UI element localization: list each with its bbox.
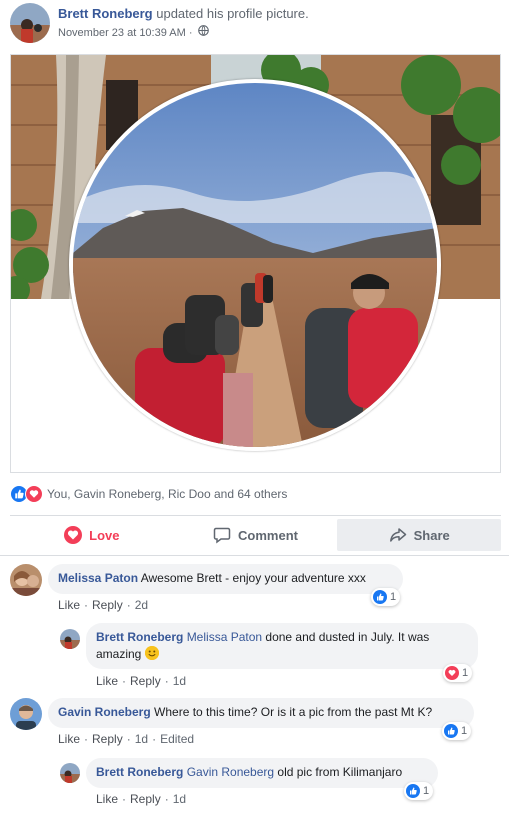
comment-bubble: Gavin Roneberg Where to this time? Or is… [48,698,474,728]
reply-brett-2: Brett Roneberg Gavin Roneberg old pic fr… [60,758,500,808]
comment-melissa: Melissa Paton Awesome Brett - enjoy your… [10,564,500,614]
comment-like-link[interactable]: Like [58,732,80,746]
post-title-line: Brett Roneberg updated his profile pictu… [58,5,309,23]
post-author-name[interactable]: Brett Roneberg [58,6,153,21]
reply-reply-link[interactable]: Reply [130,792,161,806]
post-timestamp[interactable]: November 23 at 10:39 AM [58,27,186,39]
reply-mention[interactable]: Melissa Paton [187,630,262,644]
reactions-summary-text[interactable]: You, Gavin Roneberg, Ric Doo and 64 othe… [47,487,287,501]
reply-reaction-count[interactable]: 1 [404,782,434,800]
post-action-bar: Love Comment Share [10,515,502,551]
post-meta: Brett Roneberg updated his profile pictu… [58,5,309,41]
author-avatar[interactable] [10,3,50,43]
reply-actions: Like · Reply · 1d [96,792,187,806]
reply-author-avatar[interactable] [60,629,80,649]
globe-icon[interactable] [197,25,209,41]
reply-reaction-count[interactable]: 1 [443,664,473,682]
comment-edited-link[interactable]: Edited [160,732,194,746]
reply-like-link[interactable]: Like [96,792,118,806]
like-reaction-icon [373,590,387,604]
reply-reply-link[interactable]: Reply [130,674,161,688]
like-reaction-icon [406,784,420,798]
post-action-text: updated his profile picture. [152,6,309,21]
love-icon [64,526,83,544]
comment-text: Awesome Brett - enjoy your adventure xxx [140,571,366,585]
reaction-count: 1 [462,667,469,679]
profile-photo-media[interactable] [10,54,501,473]
like-reaction-icon [444,724,458,738]
meta-separator: · [188,27,193,39]
reply-time[interactable]: 1d [173,792,186,806]
comment-actions: Like · Reply · 1d · Edited [58,732,195,746]
reply-author[interactable]: Brett Roneberg [96,630,183,644]
post-time-line: November 23 at 10:39 AM · [58,25,309,41]
reply-author-avatar[interactable] [60,763,80,783]
reaction-count: 1 [461,725,468,737]
share-icon [389,526,407,544]
love-button[interactable]: Love [10,519,174,551]
comments-divider [0,555,509,556]
reply-time[interactable]: 1d [173,674,186,688]
reply-like-link[interactable]: Like [96,674,118,688]
comment-reply-link[interactable]: Reply [92,732,123,746]
comment-icon [213,526,231,544]
profile-picture[interactable] [69,79,441,451]
comment-bubble: Melissa Paton Awesome Brett - enjoy your… [48,564,403,594]
love-button-label: Love [89,527,120,543]
love-reaction-icon [445,666,459,680]
commenter-avatar[interactable] [10,564,42,596]
comment-time[interactable]: 2d [135,598,148,612]
reply-actions: Like · Reply · 1d [96,674,187,688]
comment-actions: Like · Reply · 2d [58,598,149,612]
comment-gavin: Gavin Roneberg Where to this time? Or is… [10,698,500,750]
reply-bubble: Brett Roneberg Gavin Roneberg old pic fr… [86,758,438,788]
comment-button[interactable]: Comment [174,519,338,551]
comment-author[interactable]: Melissa Paton [58,571,138,585]
comment-like-link[interactable]: Like [58,598,80,612]
reply-text: old pic from Kilimanjaro [274,765,403,779]
reply-author[interactable]: Brett Roneberg [96,765,183,779]
comment-reply-link[interactable]: Reply [92,598,123,612]
comment-button-label: Comment [238,527,298,543]
reactions-summary[interactable]: You, Gavin Roneberg, Ric Doo and 64 othe… [10,484,287,504]
share-button[interactable]: Share [337,519,502,551]
reply-brett-1: Brett Roneberg Melissa Paton done and du… [60,623,500,689]
reply-bubble: Brett Roneberg Melissa Paton done and du… [86,623,478,669]
comment-text: Where to this time? Or is it a pic from … [154,705,433,719]
reply-mention[interactable]: Gavin Roneberg [187,765,274,779]
comment-author[interactable]: Gavin Roneberg [58,705,151,719]
post-header: Brett Roneberg updated his profile pictu… [10,3,499,47]
reaction-count: 1 [390,591,397,603]
comment-reaction-count[interactable]: 1 [371,588,401,606]
comment-reaction-count[interactable]: 1 [442,722,472,740]
share-button-label: Share [413,527,450,543]
comment-time[interactable]: 1d [135,732,148,746]
love-reaction-icon [25,485,43,503]
reaction-count: 1 [423,785,430,797]
commenter-avatar[interactable] [10,698,42,730]
smile-emoji-icon [144,646,159,660]
